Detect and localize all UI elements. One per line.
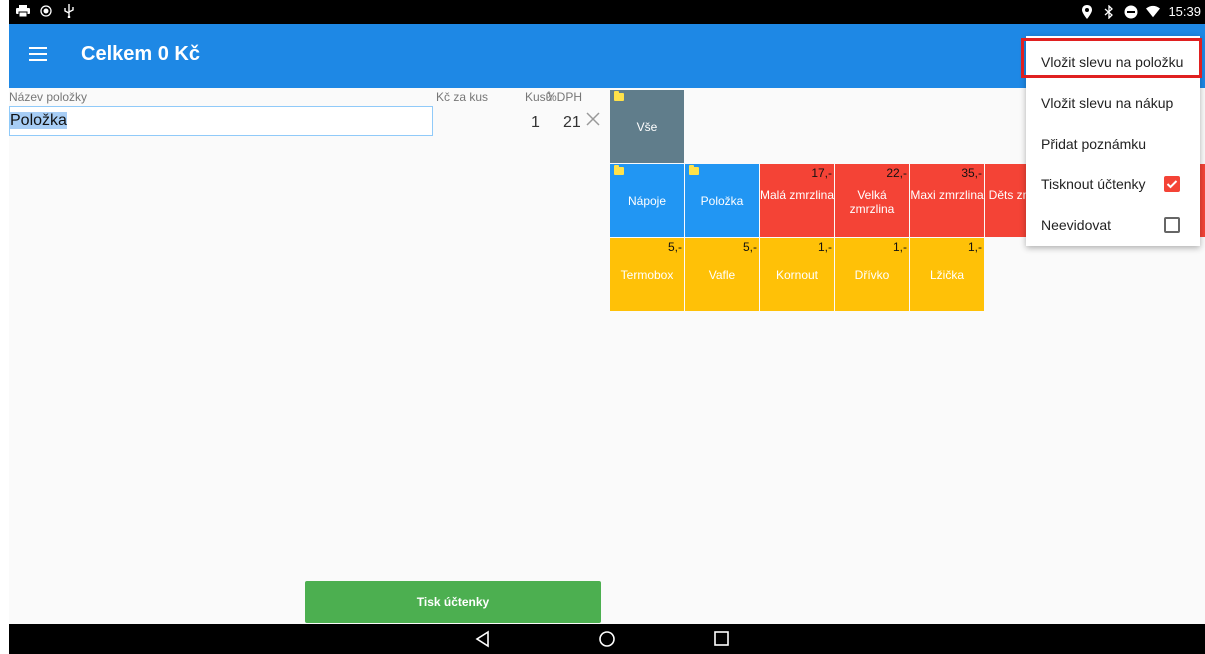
item-name-value: Položka xyxy=(10,112,67,129)
back-button[interactable] xyxy=(473,629,493,649)
menu-item-add-note[interactable]: Přidat poznámku xyxy=(1026,124,1200,164)
tile-label: Maxi zmrzlina xyxy=(910,188,984,202)
back-icon xyxy=(475,630,489,648)
item-name-input[interactable]: Položka xyxy=(9,106,433,136)
tile-partial-edge xyxy=(1200,164,1205,237)
checkbox-checked[interactable] xyxy=(1164,176,1180,192)
tile-vse[interactable]: Vše xyxy=(610,90,684,163)
print-receipt-button[interactable]: Tisk účtenky xyxy=(305,581,601,623)
wifi-icon xyxy=(1146,5,1161,19)
navigation-bar xyxy=(9,624,1205,654)
recents-button[interactable] xyxy=(712,629,732,649)
tile-termobox[interactable]: 5,- Termobox xyxy=(610,238,684,311)
total-title: Celkem 0 Kč xyxy=(81,43,200,65)
menu-item-label: Vložit slevu na nákup xyxy=(1041,95,1174,111)
status-bar-left-icons xyxy=(16,4,76,18)
tile-velka-zmrzlina[interactable]: 22,- Velká zmrzlina xyxy=(835,164,909,237)
close-icon xyxy=(586,112,600,126)
tile-price: 35,- xyxy=(961,166,982,180)
menu-item-discount-item[interactable]: Vložit slevu na položku xyxy=(1026,42,1200,82)
folder-icon xyxy=(689,165,699,175)
folder-icon xyxy=(614,165,624,175)
tile-label: Kornout xyxy=(775,268,819,282)
tile-napoje[interactable]: Nápoje xyxy=(610,164,684,237)
tile-price: 1,- xyxy=(892,240,907,254)
menu-item-label: Neevidovat xyxy=(1041,217,1112,233)
tile-maxi-zmrzlina[interactable]: 35,- Maxi zmrzlina xyxy=(910,164,984,237)
checkbox-unchecked[interactable] xyxy=(1164,217,1180,233)
folder-icon xyxy=(614,91,624,101)
tile-label: Velká zmrzlina xyxy=(849,188,895,216)
vat-value[interactable]: 21 xyxy=(563,114,581,132)
clear-item-button[interactable] xyxy=(585,111,605,131)
vat-label: %DPH xyxy=(546,90,583,104)
menu-item-discount-purchase[interactable]: Vložit slevu na nákup xyxy=(1026,83,1200,123)
price-per-unit-label: Kč za kus xyxy=(436,90,489,104)
bluetooth-icon xyxy=(1102,4,1116,19)
tile-label: Vafle xyxy=(708,268,736,282)
location-icon xyxy=(1080,4,1094,19)
app-screen: 15:39 Celkem 0 Kč Název položky Kč za ku… xyxy=(9,0,1205,654)
status-bar-right: 15:39 xyxy=(1080,4,1201,19)
recents-icon xyxy=(714,631,729,646)
tile-vafle[interactable]: 5,- Vafle xyxy=(685,238,759,311)
hamburger-menu-button[interactable] xyxy=(25,44,51,68)
menu-item-print-receipts[interactable]: Tisknout účtenky xyxy=(1026,164,1200,204)
tile-price: 5,- xyxy=(742,240,757,254)
tile-label: Lžička xyxy=(929,268,964,282)
status-time: 15:39 xyxy=(1168,4,1201,19)
menu-item-label: Přidat poznámku xyxy=(1041,136,1147,152)
usb-icon xyxy=(62,4,76,18)
tile-label: Vše xyxy=(636,120,658,134)
tile-label: Položka xyxy=(700,194,744,208)
quantity-value[interactable]: 1 xyxy=(531,114,540,132)
tile-lzicka[interactable]: 1,- Lžička xyxy=(910,238,984,311)
tile-price: 5,- xyxy=(667,240,682,254)
tile-mala-zmrzlina[interactable]: 17,- Malá zmrzlina xyxy=(760,164,834,237)
tile-label: Termobox xyxy=(620,268,674,282)
menu-item-label: Tisknout účtenky xyxy=(1041,176,1146,192)
tile-label: Nápoje xyxy=(627,194,667,208)
tile-kornout[interactable]: 1,- Kornout xyxy=(760,238,834,311)
printer-icon xyxy=(16,4,30,18)
tile-drivko[interactable]: 1,- Dřívko xyxy=(835,238,909,311)
tile-price: 17,- xyxy=(811,166,832,180)
tile-polozka[interactable]: Položka xyxy=(685,164,759,237)
menu-item-do-not-record[interactable]: Neevidovat xyxy=(1026,205,1200,245)
checkmark-icon xyxy=(1166,180,1178,189)
record-icon xyxy=(39,4,53,18)
tile-label: Dřívko xyxy=(854,268,890,282)
tile-price: 22,- xyxy=(886,166,907,180)
menu-item-label: Vložit slevu na položku xyxy=(1041,54,1184,70)
tile-price: 1,- xyxy=(967,240,982,254)
item-name-label: Název položky xyxy=(9,90,88,104)
tile-price: 1,- xyxy=(817,240,832,254)
home-icon xyxy=(599,631,615,647)
overflow-menu: Vložit slevu na položku Vložit slevu na … xyxy=(1026,36,1200,246)
do-not-disturb-icon xyxy=(1124,5,1138,19)
home-button[interactable] xyxy=(597,629,617,649)
status-bar: 15:39 xyxy=(9,0,1205,24)
tile-label: Malá zmrzlina xyxy=(760,188,834,202)
